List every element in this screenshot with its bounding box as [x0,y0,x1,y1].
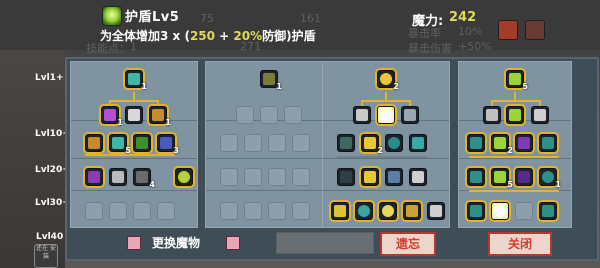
skill-slot-coin-bag[interactable] [403,202,421,220]
skill-slot-teal-gem[interactable] [409,134,427,152]
skill-tree-panel-1: 1 1 1 5 3 4 [70,61,198,228]
skill-slot-shield-selected[interactable] [491,202,509,220]
locked-slot[interactable] [515,202,533,220]
mana-label: 魔力: [412,14,444,29]
skill-slot-dark-beast[interactable] [337,168,355,186]
skill-slot-purple-shield[interactable] [515,134,533,152]
skill-tree-panel-3: 2 2 [322,61,450,228]
skill-slot-teal-shell-2[interactable] [467,168,485,186]
desc-plus: + [215,29,234,43]
crit-dmg-value: +50% [458,40,492,53]
skill-slot-chest[interactable]: 4 [133,168,155,189]
skill-slot-vortex[interactable] [385,134,403,152]
locked-slot[interactable] [244,134,262,152]
skill-slot-cage[interactable] [109,168,127,186]
locked-slot[interactable] [268,168,286,186]
skill-slot-purple-orb[interactable] [85,168,103,186]
skill-slot-gold-ring[interactable] [379,202,397,220]
skill-slot-starburst[interactable] [377,106,395,124]
skill-slot-teal-rune-2[interactable] [539,202,557,220]
disabled-slot-bar [276,232,374,254]
skill-slot-beast[interactable] [85,134,103,152]
skill-slot-gold-coins[interactable]: 2 [377,70,399,91]
shield-skill-icon [102,6,122,26]
crit-rate-value: 10% [458,25,483,38]
locked-slot[interactable] [292,134,310,152]
skill-slot-shield-main[interactable]: 5 [506,70,528,91]
skill-slot-water-wave[interactable]: 1 [125,70,147,91]
swap-monster-label: 更换魔物 [152,236,201,250]
bg-stat-1: 75 [200,12,214,25]
skill-tree-panel-4: 5 2 5 1 [458,61,572,228]
skill-slot-shield-3[interactable]: 2 [491,134,513,155]
skill-slot-teal-shell-3[interactable] [467,202,485,220]
skill-description: 为全体增加3 x (250 + 20%防御)护盾 [100,27,316,44]
skill-slot-ring[interactable] [175,168,193,186]
desc-prefix: 为全体增加3 x ( [100,29,190,43]
skill-slot-teal-rune[interactable] [539,134,557,152]
skill-slot-shield-2[interactable] [506,106,524,124]
desc-percent-value: 20% [233,29,263,43]
skill-tree-panel-2: 1 [205,61,333,228]
bg-stat-2: 161 [300,12,321,25]
locked-slot[interactable] [220,134,238,152]
skill-slot-gold-pile[interactable] [361,168,379,186]
skill-slot-teal-orb-2[interactable]: 1 [539,168,561,189]
locked-slot[interactable] [220,168,238,186]
skill-slot-green-arc[interactable] [133,134,151,152]
skill-tree-screen: 技能点： 1 75 161 271 暴击率 10% 暴击伤害 +50% 护盾Lv… [0,0,600,268]
locked-slot[interactable] [220,202,238,220]
locked-slot[interactable] [236,106,254,124]
skill-slot-knight[interactable] [125,106,143,124]
skill-slot-teal-orb[interactable] [355,202,373,220]
locked-slot[interactable] [85,202,103,220]
skill-slot-guard[interactable]: 3 [157,134,179,155]
skill-slot-golem[interactable] [337,134,355,152]
locked-slot[interactable] [244,202,262,220]
skill-slot-banner[interactable] [483,106,501,124]
locked-slot[interactable] [292,202,310,220]
skill-slot-purple-shield-2[interactable] [515,168,533,186]
skill-slot-crate[interactable] [409,168,427,186]
prev-monster-button[interactable] [127,236,141,250]
locked-slot[interactable] [284,106,302,124]
skill-slot-treasure[interactable]: 1 [149,106,171,127]
locked-slot[interactable] [268,202,286,220]
row-label-lvl1: Lvl1+ [35,73,64,83]
equipment-icon-2[interactable] [525,20,545,40]
desc-base-value: 250 [189,29,215,43]
skill-slot-claw[interactable] [401,106,419,124]
locked-slot[interactable] [109,202,127,220]
skill-slot-magic-sparkle[interactable]: 1 [101,106,123,127]
locked-slot[interactable] [292,168,310,186]
desc-suffix: 防御)护盾 [262,29,316,43]
skill-slot-crate-2[interactable] [531,106,549,124]
skill-slot-flask[interactable] [331,202,349,220]
skill-slot-gold-stack[interactable]: 2 [361,134,383,155]
mana-value: 242 [449,10,477,25]
skill-slot-shield-4[interactable]: 5 [491,168,513,189]
next-monster-button[interactable] [226,236,240,250]
locked-slot[interactable] [133,202,151,220]
skill-title: 护盾Lv5 [125,10,180,25]
skill-slot-spring[interactable]: 1 [260,70,282,91]
locked-slot[interactable] [244,168,262,186]
close-button[interactable]: 关闭 [488,232,552,256]
locked-slot[interactable] [268,134,286,152]
skill-slot-tide[interactable]: 5 [109,134,131,155]
skill-slot-teal-shell[interactable] [467,134,485,152]
avatar[interactable]: 还在 安装 [34,244,58,268]
locked-slot[interactable] [157,202,175,220]
skill-slot-fish[interactable] [385,168,403,186]
row-label-lvl40: Lvl40 [36,232,64,242]
skill-slot-gate[interactable] [427,202,445,220]
skill-slot-tower[interactable] [353,106,371,124]
equipment-icon[interactable] [498,20,518,40]
crit-dmg-label: 暴击伤害 [408,42,452,55]
locked-slot[interactable] [260,106,278,124]
forget-button[interactable]: 遗忘 [380,232,436,256]
